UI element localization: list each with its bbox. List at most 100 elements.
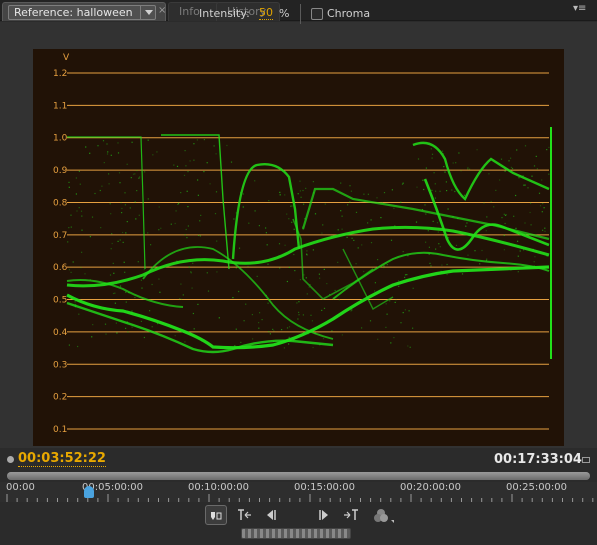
waveform-sample [242, 193, 244, 195]
waveform-sample [466, 222, 468, 224]
waveform-sample [180, 192, 182, 194]
waveform-sample [119, 182, 121, 184]
current-timecode[interactable]: 00:03:52:22 [18, 452, 106, 467]
waveform-sample [415, 221, 418, 223]
waveform-sample [447, 237, 449, 239]
waveform-sample [423, 188, 425, 191]
waveform-sample [363, 193, 365, 195]
waveform-sample [151, 283, 153, 286]
close-icon[interactable]: × [158, 5, 166, 16]
waveform-sample [495, 189, 497, 191]
waveform-sample [216, 271, 218, 273]
add-marker-button[interactable] [205, 505, 227, 525]
chroma-label[interactable]: Chroma [327, 7, 370, 20]
waveform-sample [499, 179, 501, 181]
waveform-sample [113, 272, 115, 274]
waveform-sample [191, 287, 193, 289]
waveform-sample [391, 189, 393, 191]
waveform-sample [302, 314, 304, 316]
chevron-down-icon[interactable] [140, 6, 155, 19]
waveform-trace [332, 251, 550, 300]
waveform-sample [504, 214, 507, 216]
step-back-button[interactable] [260, 505, 282, 525]
panel-menu-icon[interactable]: ▾≡ [573, 3, 591, 15]
waveform-sample [457, 217, 459, 220]
step-forward-button[interactable] [313, 505, 335, 525]
waveform-sample [286, 280, 288, 283]
waveform-sample [186, 237, 188, 239]
waveform-sample [431, 153, 434, 155]
waveform-sample [479, 263, 481, 265]
waveform-sample [431, 189, 433, 191]
waveform-sample [385, 262, 387, 264]
waveform-sample [447, 208, 449, 210]
waveform-sample [268, 331, 270, 333]
tab-reference[interactable]: Reference: halloween × [2, 2, 166, 21]
waveform-sample [286, 327, 289, 329]
intensity-unit: % [279, 7, 290, 20]
mark-out-button[interactable] [340, 505, 362, 525]
waveform-sample [185, 228, 187, 231]
waveform-sample [538, 192, 541, 194]
color-channels-icon [374, 509, 394, 523]
waveform-sample [513, 230, 515, 232]
waveform-sample [197, 179, 199, 181]
out-point-icon[interactable] [582, 457, 590, 463]
toolbar-divider [300, 4, 301, 24]
ruler-label: 00:10:00:00 [188, 482, 250, 493]
jog-shuttle[interactable] [241, 528, 351, 539]
output-settings-button[interactable] [372, 505, 394, 525]
intensity-value[interactable]: 50 [259, 7, 273, 20]
waveform-sample [326, 283, 328, 285]
waveform-sample [297, 318, 299, 320]
waveform-sample [258, 327, 260, 329]
waveform-sample [100, 227, 102, 229]
waveform-sample [446, 190, 448, 192]
waveform-sample [524, 222, 526, 224]
waveform-sample [374, 282, 376, 284]
waveform-sample [131, 141, 133, 143]
waveform-sample [421, 209, 424, 211]
waveform-sample [110, 248, 112, 250]
duration-timecode: 00:17:33:04 [494, 452, 582, 467]
scope-level-label: 1.1 [53, 101, 67, 111]
waveform-sample [94, 192, 96, 195]
waveform-sample [139, 176, 141, 178]
waveform-sample [174, 335, 176, 337]
zoom-scroll-thumb[interactable] [7, 472, 590, 480]
waveform-sample [200, 214, 202, 216]
waveform-sample [81, 251, 83, 253]
waveform-sample [394, 301, 396, 303]
chroma-checkbox[interactable] [311, 8, 323, 20]
playhead-handle[interactable] [84, 486, 94, 498]
reference-dropdown[interactable]: Reference: halloween [8, 5, 156, 20]
waveform-sample [174, 222, 176, 225]
waveform-sample [370, 219, 372, 221]
waveform-sample [311, 320, 313, 322]
waveform-sample [141, 287, 143, 289]
waveform-sample [89, 152, 91, 154]
waveform-sample [314, 332, 316, 334]
waveform-sample [138, 214, 140, 216]
waveform-sample [134, 201, 136, 203]
waveform-sample [234, 345, 236, 347]
waveform-sample [486, 216, 488, 218]
waveform-sample [398, 285, 400, 287]
waveform-sample [377, 259, 379, 261]
waveform-sample [530, 224, 532, 226]
waveform-sample [485, 259, 488, 262]
waveform-sample [331, 330, 333, 332]
waveform-sample [209, 183, 211, 185]
waveform-sample [350, 190, 352, 192]
waveform-sample [193, 328, 195, 330]
waveform-sample [533, 265, 535, 267]
waveform-sample [136, 190, 138, 192]
in-point-icon[interactable] [7, 456, 14, 463]
waveform-sample [252, 338, 254, 340]
waveform-sample [349, 185, 351, 187]
mark-in-button[interactable] [234, 505, 256, 525]
waveform-sample [303, 203, 305, 205]
scope-axis-label: V [63, 53, 70, 63]
waveform-sample [488, 173, 490, 175]
waveform-sample [341, 215, 343, 217]
